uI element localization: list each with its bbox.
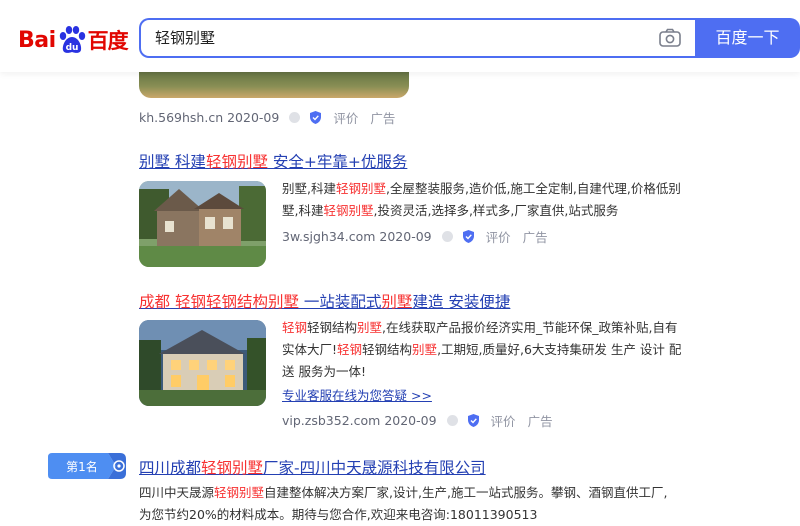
desc-text: ,在线获取产品报价经济实用_节能环保_政策补贴,自有 xyxy=(382,320,678,335)
title-highlight: 别墅 xyxy=(381,293,413,311)
desc-highlight: 轻钢别墅 xyxy=(335,181,386,196)
desc-text: 四川中天晟源 xyxy=(139,485,215,500)
desc-highlight: 轻钢 xyxy=(337,342,363,357)
rank-label: 第1名 xyxy=(66,460,98,474)
result-2-url[interactable]: vip.zsb352.com xyxy=(282,413,380,428)
shield-icon[interactable] xyxy=(467,414,479,427)
title-text: 安全+牢靠+优服务 xyxy=(267,153,408,171)
results-area: kh.569hsh.cn 2020-09 评价 广告 别墅 科建轻钢别墅 安全+… xyxy=(0,0,800,522)
result-3-description: 四川中天晟源轻钢别墅自建整体解决方案厂家,设计,生产,施工一站式服务。攀钢、酒钢… xyxy=(139,482,789,526)
search-input[interactable] xyxy=(155,20,635,56)
result-1-thumbnail[interactable] xyxy=(139,181,266,267)
desc-line: 送 服务为一体! xyxy=(282,364,366,379)
logo-text-right: 百度 xyxy=(87,29,129,53)
desc-highlight: 轻钢别墅 xyxy=(214,485,265,500)
desc-text: ,工期短,质量好,6大支持集研发 生产 设计 配 xyxy=(437,342,682,357)
result-2-description: 轻钢轻钢结构别墅,在线获取产品报价经济实用_节能环保_政策补贴,自有 实体大厂!… xyxy=(282,317,712,383)
title-text: 建造 安装便捷 xyxy=(412,293,511,311)
title-highlight: 别墅 xyxy=(267,293,299,311)
desc-highlight: 别墅 xyxy=(357,320,383,335)
desc-line: 为您节约20%的材料成本。期待与您合作,欢迎来电咨询:18011390513 xyxy=(139,507,538,522)
desc-text: 自建整体解决方案厂家,设计,生产,施工一站式服务。攀钢、酒钢直供工厂, xyxy=(264,485,668,500)
desc-text: 墅,科建 xyxy=(282,203,324,218)
desc-text: 轻钢结构 xyxy=(307,320,358,335)
desc-text: 别墅,科建 xyxy=(282,181,336,196)
info-dot-icon[interactable] xyxy=(441,231,453,242)
result-3-title[interactable]: 四川成都轻钢别墅厂家-四川中天晟源科技有限公司 xyxy=(139,456,486,478)
desc-line: 实体大厂!轻钢轻钢结构别墅,工期短,质量好,6大支持集研发 生产 设计 配 xyxy=(282,339,712,361)
desc-text: ,投资灵活,选择多,样式多,厂家直供,站式服务 xyxy=(373,203,619,218)
search-header: Bai du 百度 百度一下 xyxy=(0,0,800,72)
baidu-logo[interactable]: Bai du 百度 xyxy=(18,22,129,58)
ad-label: 广告 xyxy=(527,414,553,429)
desc-line: 别墅,科建轻钢别墅,全屋整装服务,造价低,施工全定制,自建代理,价格低别 xyxy=(282,178,702,200)
desc-highlight: 别墅 xyxy=(412,342,438,357)
title-highlight: 轻钢别墅 xyxy=(205,153,268,171)
result-2-date: 2020-09 xyxy=(384,413,437,428)
result-1-meta: 3w.sjgh34.com 2020-09 评价 广告 xyxy=(282,227,548,246)
result-0-date: 2020-09 xyxy=(227,110,280,125)
shield-icon[interactable] xyxy=(310,111,322,124)
result-0-url[interactable]: kh.569hsh.cn xyxy=(139,110,223,125)
result-1-title[interactable]: 别墅 科建轻钢别墅 安全+牢靠+优服务 xyxy=(139,150,407,172)
support-link[interactable]: 专业客服在线为您答疑 >> xyxy=(282,385,432,404)
desc-highlight: 轻钢 xyxy=(282,320,308,335)
desc-text: 轻钢结构 xyxy=(362,342,413,357)
result-2-title[interactable]: 成都 轻钢轻钢结构别墅 一站装配式别墅建造 安装便捷 xyxy=(139,290,510,312)
desc-line: 墅,科建轻钢别墅,投资灵活,选择多,样式多,厂家直供,站式服务 xyxy=(282,200,702,222)
info-dot-icon[interactable] xyxy=(289,112,301,123)
title-text: 别墅 科建 xyxy=(139,153,206,171)
search-button[interactable]: 百度一下 xyxy=(695,18,800,58)
result-1-description: 别墅,科建轻钢别墅,全屋整装服务,造价低,施工全定制,自建代理,价格低别 墅,科… xyxy=(282,178,702,222)
ad-label: 广告 xyxy=(522,230,548,245)
result-1-date: 2020-09 xyxy=(379,229,432,244)
result-1-url[interactable]: 3w.sjgh34.com xyxy=(282,229,375,244)
camera-icon[interactable] xyxy=(659,28,681,48)
desc-text: ,全屋整装服务,造价低,施工全定制,自建代理,价格低别 xyxy=(386,181,681,196)
title-highlight: 成都 xyxy=(139,293,171,311)
comment-link[interactable]: 评价 xyxy=(333,108,358,127)
desc-line: 轻钢轻钢结构别墅,在线获取产品报价经济实用_节能环保_政策补贴,自有 xyxy=(282,317,712,339)
svg-text:du: du xyxy=(65,43,78,53)
title-text: 厂家-四川中天晟源科技有限公司 xyxy=(263,459,486,477)
title-highlight: 轻钢别墅 xyxy=(201,459,264,477)
baidu-paw-icon: du xyxy=(59,26,85,53)
result-2-thumbnail[interactable] xyxy=(139,320,266,406)
title-highlight: 轻钢 xyxy=(170,293,206,311)
ad-label: 广告 xyxy=(370,111,396,126)
result-0-meta: kh.569hsh.cn 2020-09 评价 广告 xyxy=(139,108,395,127)
desc-highlight: 轻钢别墅 xyxy=(323,203,374,218)
result-2-meta: vip.zsb352.com 2020-09 评价 广告 xyxy=(282,411,553,430)
comment-link[interactable]: 评价 xyxy=(491,411,516,430)
title-text: 一站装配式 xyxy=(298,293,382,311)
desc-text: 实体大厂! xyxy=(282,342,338,357)
info-dot-icon[interactable] xyxy=(446,415,458,426)
shield-icon[interactable] xyxy=(462,230,474,243)
search-box[interactable] xyxy=(139,18,695,58)
title-highlight: 轻钢结构 xyxy=(205,293,268,311)
title-text: 四川成都 xyxy=(139,459,202,477)
comment-link[interactable]: 评价 xyxy=(486,227,511,246)
desc-line: 四川中天晟源轻钢别墅自建整体解决方案厂家,设计,生产,施工一站式服务。攀钢、酒钢… xyxy=(139,482,789,504)
logo-text-left: Bai xyxy=(18,27,56,53)
